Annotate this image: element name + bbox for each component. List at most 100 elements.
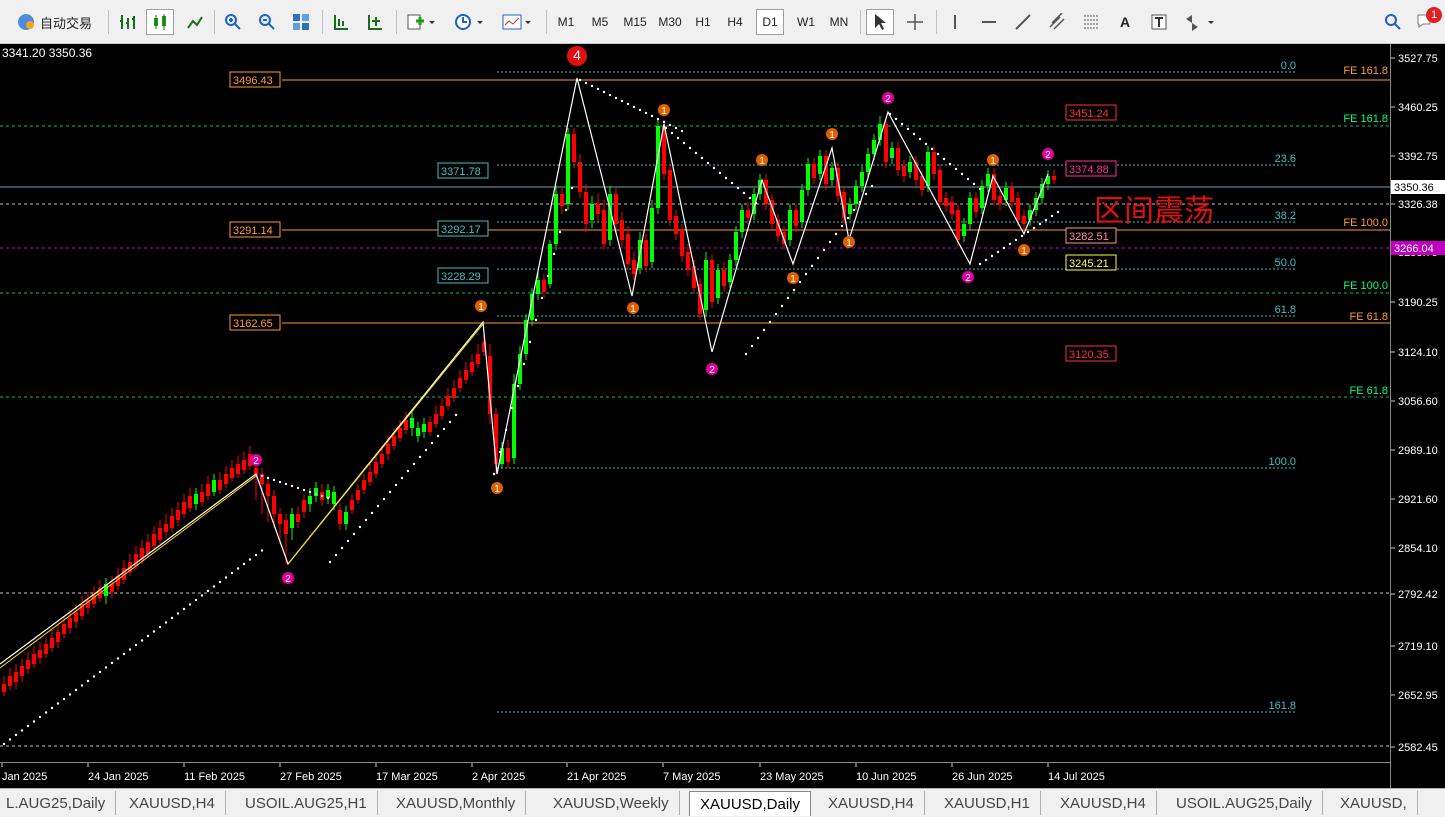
- tab-item[interactable]: XAUUSD,H1: [934, 791, 1041, 815]
- auto-trade-button[interactable]: 自动交易: [6, 9, 102, 35]
- price-tick-label: 2854.10: [1398, 543, 1438, 555]
- auto-trade-icon: [17, 14, 34, 30]
- sar-dot: [122, 652, 126, 656]
- chart-canvas[interactable]: 4 1 1 1 1 1 1 1 1 1 1 2 2 2 2 2 2 3496.43 3291.14 3162.65 33…: [0, 44, 1390, 762]
- sar-dot: [564, 208, 568, 212]
- candle-body: [830, 168, 834, 180]
- tf-m5[interactable]: M5: [586, 9, 614, 35]
- wave2-marker: 2: [965, 273, 971, 284]
- fibonacci-icon[interactable]: [1078, 9, 1104, 35]
- candle-body: [476, 354, 480, 364]
- tf-m1[interactable]: M1: [552, 9, 580, 35]
- sar-dot: [1014, 238, 1018, 242]
- sar-dot: [376, 504, 380, 508]
- zoom-in-icon[interactable]: [220, 9, 246, 35]
- trendline-icon[interactable]: [1010, 9, 1036, 35]
- tab-item[interactable]: XAUUSD,Monthly: [386, 791, 527, 815]
- label-left: 3162.65: [233, 318, 273, 330]
- tf-d1[interactable]: D1: [756, 9, 784, 35]
- text-label-icon[interactable]: [1146, 9, 1172, 35]
- candle-body: [356, 490, 360, 500]
- crosshair-icon[interactable]: [902, 9, 928, 35]
- horizontal-line-icon[interactable]: [976, 9, 1002, 35]
- candle-body: [962, 224, 966, 236]
- sar-dot: [56, 702, 60, 705]
- cursor-icon[interactable]: [866, 9, 894, 35]
- price-tick-label: 3460.25: [1398, 102, 1438, 114]
- tab-item-active[interactable]: XAUUSD,Daily: [689, 791, 812, 816]
- tf-h1[interactable]: H1: [690, 9, 716, 35]
- line-chart-icon[interactable]: [182, 9, 208, 35]
- tab-item[interactable]: XAUUSD,: [1330, 791, 1418, 815]
- trend-line: [287, 323, 484, 565]
- sar-dot: [424, 448, 428, 452]
- sar-dot: [230, 571, 234, 575]
- candlestick-icon[interactable]: [146, 9, 174, 35]
- chart-shift-icon[interactable]: [328, 9, 354, 35]
- vertical-line-icon[interactable]: [942, 9, 968, 35]
- candle-body: [446, 396, 450, 406]
- fib-label: 38.2: [1275, 210, 1296, 222]
- autoscroll-icon[interactable]: [362, 9, 388, 35]
- zigzag-line: [0, 77, 1049, 665]
- sar-dot: [152, 630, 156, 633]
- candle-body: [170, 516, 174, 528]
- tf-mn[interactable]: MN: [824, 9, 854, 35]
- candle-body: [602, 210, 606, 244]
- zoom-out-icon[interactable]: [254, 9, 280, 35]
- tab-item[interactable]: XAUUSD,Weekly: [543, 791, 680, 815]
- sar-dot: [786, 296, 790, 300]
- candle-body: [362, 480, 366, 490]
- fe-label: FE 161.8: [1343, 65, 1388, 77]
- sar-dot: [194, 598, 198, 602]
- wave2-marker: 2: [709, 365, 715, 376]
- tab-item[interactable]: L.AUG25,Daily: [0, 791, 117, 815]
- current-price-label: 3350.36: [1394, 182, 1434, 194]
- sar-dot: [454, 413, 458, 417]
- tile-windows-icon[interactable]: [288, 9, 314, 35]
- sar-dot: [694, 151, 698, 155]
- sar-dot: [936, 152, 940, 156]
- label-mid: 3292.17: [441, 224, 481, 236]
- tab-item[interactable]: USOIL.AUG25,Daily: [1166, 791, 1323, 815]
- candle-body: [884, 124, 888, 162]
- tab-item[interactable]: XAUUSD,H4: [119, 791, 226, 815]
- tf-m15[interactable]: M15: [619, 9, 651, 35]
- candle-body: [194, 494, 198, 504]
- sar-dot: [92, 675, 96, 678]
- date-tick-label: 2 Apr 2025: [472, 771, 525, 783]
- candle-body: [968, 198, 972, 224]
- channel-icon[interactable]: [1044, 9, 1070, 35]
- candle-body: [596, 204, 600, 214]
- candle-body: [14, 672, 18, 682]
- indicators-icon[interactable]: [402, 9, 440, 35]
- sar-dot: [26, 724, 30, 728]
- tf-m30[interactable]: M30: [654, 9, 686, 35]
- date-axis[interactable]: Jan 2025 24 Jan 2025 11 Feb 2025 27 Feb 202…: [0, 762, 1390, 788]
- candle-body: [716, 270, 720, 298]
- tab-item[interactable]: USOIL.AUG25,H1: [235, 791, 378, 815]
- sar-dot: [340, 546, 344, 550]
- candle-body: [200, 492, 204, 502]
- sar-dot: [662, 120, 666, 124]
- text-tool[interactable]: A: [1112, 9, 1138, 35]
- sar-dot: [352, 532, 356, 536]
- candle-body: [344, 512, 348, 524]
- candle-body: [554, 194, 558, 244]
- sar-dot: [86, 679, 90, 683]
- price-chart[interactable]: 4 1 1 1 1 1 1 1 1 1 1 2 2 2 2 2 2 3496.43 3291.14 3162.65 33…: [0, 44, 1390, 788]
- price-axis[interactable]: 3527.753460.253392.753326.383258.753190.…: [1390, 44, 1445, 788]
- tab-item[interactable]: XAUUSD,H4: [818, 791, 925, 815]
- periods-icon[interactable]: [450, 9, 488, 35]
- notifications-icon[interactable]: 1: [1412, 7, 1442, 35]
- bar-chart-icon[interactable]: [114, 9, 140, 35]
- search-icon[interactable]: [1380, 9, 1406, 35]
- templates-icon[interactable]: [498, 9, 536, 35]
- wave1-marker: 1: [829, 130, 835, 141]
- candle-body: [542, 280, 546, 292]
- sar-dot: [436, 434, 440, 438]
- tab-item[interactable]: XAUUSD,H4: [1050, 791, 1157, 815]
- arrows-icon[interactable]: [1180, 9, 1220, 35]
- tf-h4[interactable]: H4: [722, 9, 748, 35]
- tf-w1[interactable]: W1: [792, 9, 820, 35]
